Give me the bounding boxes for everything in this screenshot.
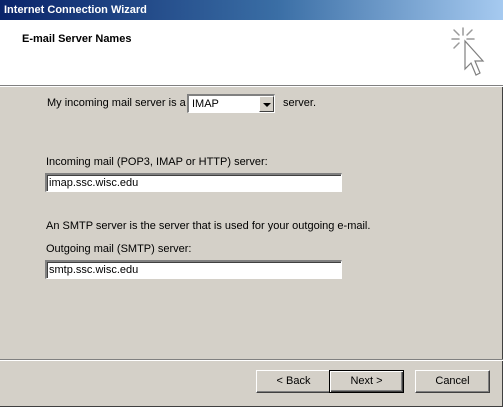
wizard-header: E-mail Server Names — [0, 20, 503, 85]
footer-separator — [0, 359, 503, 361]
smtp-note-text: An SMTP server is the server that is use… — [46, 220, 371, 232]
outgoing-server-input[interactable] — [45, 260, 342, 279]
incoming-server-input[interactable] — [45, 173, 342, 192]
title-bar[interactable]: Internet Connection Wizard — [0, 0, 503, 20]
wizard-sparkle-cursor-icon — [451, 27, 485, 76]
dropdown-arrow-icon[interactable] — [259, 96, 274, 112]
wizard-window: Internet Connection Wizard E-mail Server… — [0, 0, 503, 407]
back-button[interactable]: < Back — [256, 370, 331, 393]
cancel-button[interactable]: Cancel — [415, 370, 490, 393]
incoming-server-label: Incoming mail (POP3, IMAP or HTTP) serve… — [46, 156, 268, 168]
next-button[interactable]: Next > — [329, 370, 404, 393]
outgoing-server-label: Outgoing mail (SMTP) server: — [46, 243, 192, 255]
incoming-type-prefix-label: My incoming mail server is a — [47, 97, 186, 109]
incoming-type-suffix-label: server. — [283, 97, 317, 109]
window-title: Internet Connection Wizard — [4, 4, 147, 16]
page-title: E-mail Server Names — [22, 33, 132, 45]
incoming-server-type-value: IMAP — [192, 98, 219, 110]
incoming-server-type-select[interactable]: IMAP — [187, 94, 275, 113]
header-separator — [0, 85, 503, 87]
